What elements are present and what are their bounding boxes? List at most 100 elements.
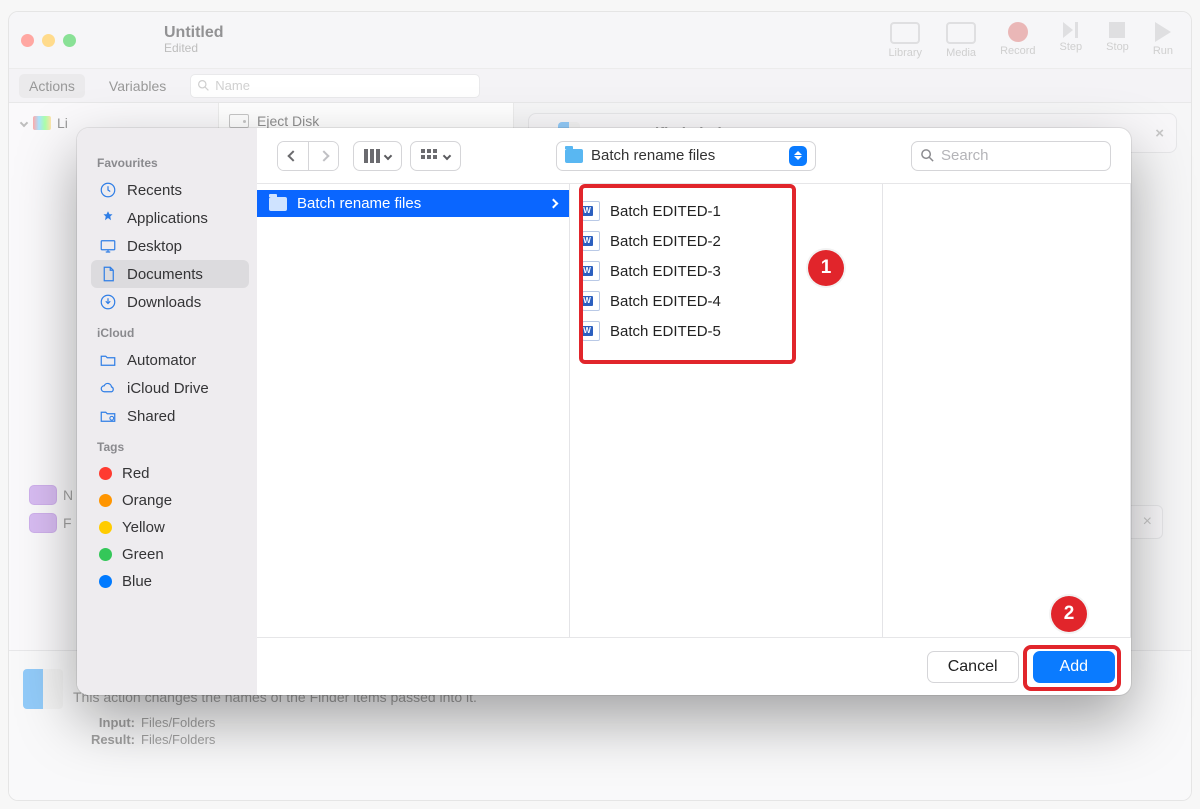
close-window-button[interactable]: [21, 34, 34, 47]
tab-variables[interactable]: Variables: [99, 74, 176, 98]
tag-dot-icon: [99, 467, 112, 480]
path-label: Batch rename files: [591, 147, 715, 164]
chevron-down-icon: [443, 151, 451, 159]
search-icon: [920, 148, 935, 163]
view-columns-button[interactable]: [353, 141, 402, 171]
callout-box-1: [579, 184, 796, 364]
cancel-button[interactable]: Cancel: [927, 651, 1019, 683]
column-browser: Batch rename files WBatch EDITED-1WBatch…: [257, 184, 1131, 637]
library-search-input[interactable]: Name: [190, 74, 480, 98]
callout-box-2: [1023, 645, 1121, 691]
folder-icon: [269, 197, 287, 211]
tag-label: Blue: [122, 573, 152, 590]
sidebar-group-favourites: Favourites: [97, 156, 249, 170]
callout-badge-1: 1: [808, 250, 844, 286]
tag-dot-icon: [99, 548, 112, 561]
window-subtitle: Edited: [164, 42, 224, 56]
tag-label: Orange: [122, 492, 172, 509]
tab-actions[interactable]: Actions: [19, 74, 85, 98]
desktop-icon: [99, 237, 117, 255]
toolbar-library-button[interactable]: Library: [888, 22, 922, 59]
chevron-down-icon: [20, 119, 28, 127]
finder-open-dialog: Favourites Recents Applications Desktop Doc…: [77, 128, 1131, 695]
column-2[interactable]: WBatch EDITED-1WBatch EDITED-2WBatch EDI…: [570, 184, 883, 637]
nav-back-button[interactable]: [278, 142, 308, 170]
toolbar-step-button[interactable]: Step: [1060, 22, 1083, 53]
close-icon[interactable]: ×: [1143, 513, 1152, 531]
sidebar-tag-orange[interactable]: Orange: [91, 487, 249, 514]
dialog-search-input[interactable]: Search: [911, 141, 1111, 171]
sidebar-item-desktop[interactable]: Desktop: [91, 232, 249, 260]
toolbar-media-button[interactable]: Media: [946, 22, 976, 59]
chevron-down-icon: [384, 151, 392, 159]
folder-row[interactable]: Batch rename files: [257, 190, 569, 217]
toolbar-record-button[interactable]: Record: [1000, 22, 1035, 57]
shared-icon: [99, 407, 117, 425]
workflow-item-icon: [29, 513, 57, 533]
sidebar-item-label: Shared: [127, 408, 175, 425]
sidebar-group-icloud: iCloud: [97, 326, 249, 340]
tag-dot-icon: [99, 575, 112, 588]
window-title: Untitled: [164, 24, 224, 42]
disk-icon: [229, 114, 249, 128]
close-icon[interactable]: ×: [1155, 125, 1164, 142]
sidebar-item-label: Recents: [127, 182, 182, 199]
download-icon: [99, 293, 117, 311]
sidebar-item-automator[interactable]: Automator: [91, 346, 249, 374]
sidebar-item-shared[interactable]: Shared: [91, 402, 249, 430]
dialog-toolbar: Batch rename files Search: [257, 128, 1131, 184]
search-icon: [197, 79, 210, 92]
sidebar-item-label: Desktop: [127, 238, 182, 255]
chevron-right-icon: [549, 199, 559, 209]
path-dropdown[interactable]: Batch rename files: [556, 141, 816, 171]
sidebar-item-label: iCloud Drive: [127, 380, 209, 397]
tag-dot-icon: [99, 521, 112, 534]
column-3-preview: [883, 184, 1131, 637]
group-by-button[interactable]: [410, 141, 461, 171]
callout-badge-2: 2: [1051, 596, 1087, 632]
sidebar-tag-green[interactable]: Green: [91, 541, 249, 568]
toolbar-run-button[interactable]: Run: [1153, 22, 1173, 57]
columns-icon: [364, 149, 380, 163]
apps-icon: [99, 209, 117, 227]
sidebar-item-downloads[interactable]: Downloads: [91, 288, 249, 316]
folder-icon: [565, 149, 583, 163]
grid-icon: [421, 149, 439, 163]
document-icon: [99, 265, 117, 283]
folder-label: Batch rename files: [297, 195, 421, 212]
folder-icon: [99, 351, 117, 369]
dialog-footer: Cancel Add 2: [257, 637, 1131, 695]
dropdown-stepper-icon: [789, 146, 807, 166]
clock-icon: [99, 181, 117, 199]
window-traffic-lights[interactable]: [21, 34, 76, 47]
sidebar-item-iclouddrive[interactable]: iCloud Drive: [91, 374, 249, 402]
sidebar-item-label: Automator: [127, 352, 196, 369]
sidebar-tag-red[interactable]: Red: [91, 460, 249, 487]
nav-forward-button[interactable]: [308, 142, 338, 170]
window-titlebar: Untitled Edited Library Media Record Ste…: [9, 12, 1191, 69]
sidebar-item-documents[interactable]: Documents: [91, 260, 249, 288]
column-1[interactable]: Batch rename files: [257, 184, 570, 637]
sidebar-item-label: Applications: [127, 210, 208, 227]
sidebar-item-applications[interactable]: Applications: [91, 204, 249, 232]
sidebar-item-recents[interactable]: Recents: [91, 176, 249, 204]
tag-label: Red: [122, 465, 150, 482]
sidebar-item-label: Documents: [127, 266, 203, 283]
library-toolbar: Actions Variables Name: [9, 69, 1191, 103]
finder-icon: [23, 669, 63, 709]
zoom-window-button[interactable]: [63, 34, 76, 47]
sidebar-tag-yellow[interactable]: Yellow: [91, 514, 249, 541]
library-icon: [33, 116, 51, 130]
minimize-window-button[interactable]: [42, 34, 55, 47]
tag-dot-icon: [99, 494, 112, 507]
nav-back-forward: [277, 141, 339, 171]
workflow-item-icon: [29, 485, 57, 505]
sidebar-tag-blue[interactable]: Blue: [91, 568, 249, 595]
tag-label: Yellow: [122, 519, 165, 536]
dialog-sidebar: Favourites Recents Applications Desktop Doc…: [77, 128, 257, 695]
toolbar-stop-button[interactable]: Stop: [1106, 22, 1129, 53]
tag-label: Green: [122, 546, 164, 563]
cloud-icon: [99, 379, 117, 397]
sidebar-group-tags: Tags: [97, 440, 249, 454]
sidebar-item-label: Downloads: [127, 294, 201, 311]
